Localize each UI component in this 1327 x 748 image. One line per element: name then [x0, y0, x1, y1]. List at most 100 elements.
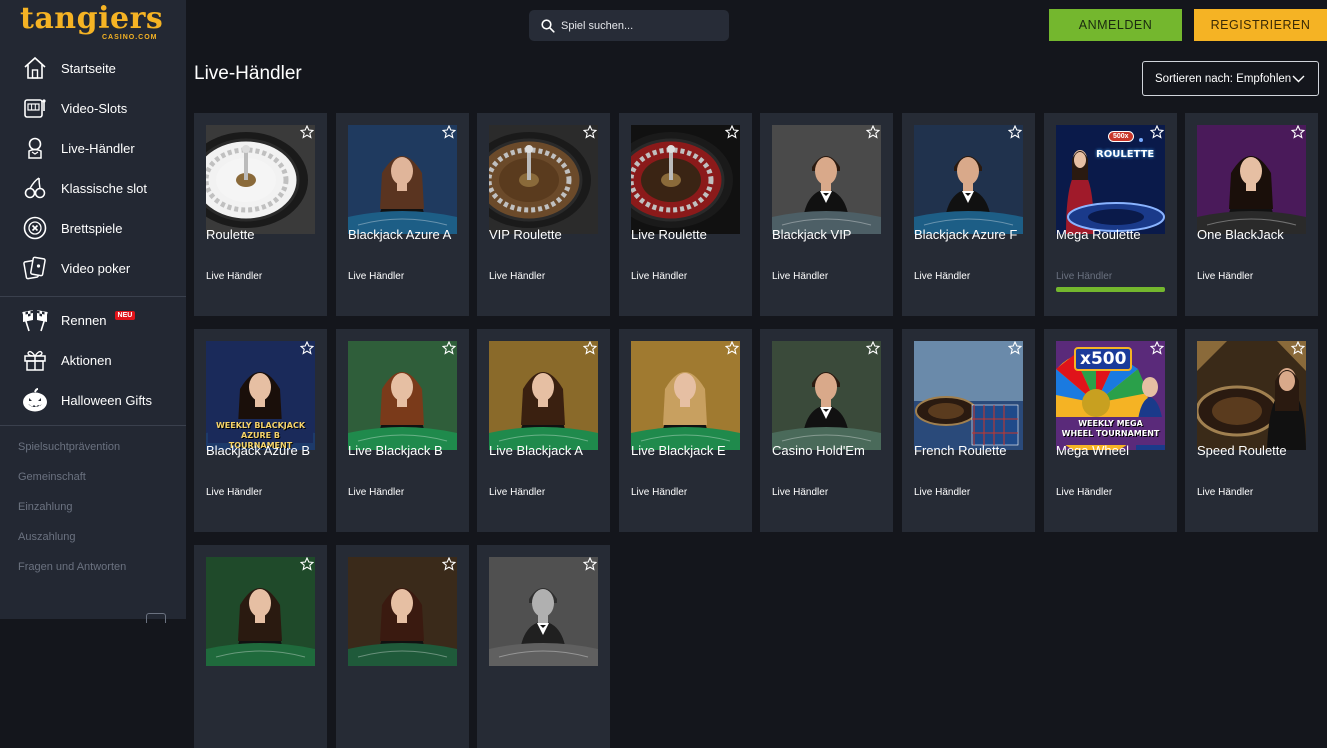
game-title: Mega Roulette: [1056, 227, 1141, 242]
favorite-star-icon[interactable]: [1291, 125, 1305, 139]
sidebar-item-label: Aktionen: [61, 352, 112, 368]
favorite-star-icon[interactable]: [300, 341, 314, 355]
sidebar-divider: [0, 296, 186, 297]
favorite-star-icon[interactable]: [1150, 341, 1164, 355]
sidebar-item-aktionen[interactable]: Aktionen: [0, 340, 186, 380]
game-category: Live Händler: [489, 487, 546, 498]
sidebar-item-live-händler[interactable]: Live-Händler: [0, 128, 186, 168]
favorite-star-icon[interactable]: [1008, 125, 1022, 139]
cards-icon: [20, 253, 50, 283]
game-card[interactable]: [336, 545, 469, 748]
search-input[interactable]: [561, 19, 721, 32]
sidebar-item-video-poker[interactable]: Video poker: [0, 248, 186, 288]
game-card[interactable]: Live Blackjack A Live Händler: [477, 329, 610, 532]
game-card[interactable]: VIP Roulette Live Händler: [477, 113, 610, 316]
loading-progress-bar: [1056, 287, 1165, 292]
game-card[interactable]: One BlackJack Live Händler: [1185, 113, 1318, 316]
game-card[interactable]: x500 WEEKLY MEGA WHEEL TOURNAMENT Mega W…: [1044, 329, 1177, 532]
favorite-star-icon[interactable]: [583, 341, 597, 355]
game-card[interactable]: 500x ROULETTE Mega Roulette Live Händler: [1044, 113, 1177, 316]
game-card[interactable]: Blackjack VIP Live Händler: [760, 113, 893, 316]
favorite-star-icon[interactable]: [725, 341, 739, 355]
favorite-star-icon[interactable]: [442, 125, 456, 139]
favorite-star-icon[interactable]: [1008, 341, 1022, 355]
game-title: Live Blackjack A: [489, 443, 583, 458]
game-thumbnail: [772, 125, 881, 234]
game-thumbnail: [489, 125, 598, 234]
register-button[interactable]: REGISTRIEREN: [1194, 9, 1327, 41]
favorite-star-icon[interactable]: [866, 125, 880, 139]
footer-link[interactable]: Auszahlung: [18, 531, 76, 543]
game-card[interactable]: Blackjack Azure A Live Händler: [336, 113, 469, 316]
game-thumbnail: [348, 557, 457, 666]
game-category: Live Händler: [348, 271, 405, 282]
tournament-text-line: WHEEL TOURNAMENT: [1061, 429, 1160, 438]
new-badge: NEU: [114, 310, 136, 320]
favorite-star-icon[interactable]: [1291, 341, 1305, 355]
game-category: Live Händler: [1197, 271, 1254, 282]
sidebar-item-halloween-gifts[interactable]: Halloween Gifts: [0, 380, 186, 420]
tournament-text: WEEKLY MEGA WHEEL TOURNAMENT: [1058, 419, 1163, 439]
game-thumbnail: [489, 557, 598, 666]
game-thumbnail: [772, 341, 881, 450]
favorite-star-icon[interactable]: [583, 125, 597, 139]
game-card[interactable]: [194, 545, 327, 748]
chevron-down-icon: [1292, 75, 1305, 83]
cherries-icon: [20, 173, 50, 203]
mega-roulette-logo-text: ROULETTE: [1096, 149, 1155, 160]
game-title: Mega Wheel: [1056, 443, 1129, 458]
sidebar-item-label: Rennen: [61, 312, 107, 328]
favorite-star-icon[interactable]: [1150, 125, 1164, 139]
page-title: Live-Händler: [194, 63, 302, 84]
favorite-star-icon[interactable]: [442, 341, 456, 355]
game-thumbnail: [348, 125, 457, 234]
game-card[interactable]: Speed Roulette Live Händler: [1185, 329, 1318, 532]
favorite-star-icon[interactable]: [866, 341, 880, 355]
game-card[interactable]: Roulette Live Händler: [194, 113, 327, 316]
game-category: Live Händler: [1056, 271, 1113, 282]
sidebar-item-label: Video poker: [61, 260, 131, 276]
sidebar-item-video-slots[interactable]: Video-Slots: [0, 88, 186, 128]
game-title: Live Blackjack E: [631, 443, 726, 458]
game-thumbnail: [1197, 341, 1306, 450]
search-box[interactable]: [529, 10, 729, 41]
favorite-star-icon[interactable]: [300, 125, 314, 139]
sidebar-item-label: Halloween Gifts: [61, 392, 153, 408]
game-card[interactable]: Live Blackjack B Live Händler: [336, 329, 469, 532]
sidebar-item-klassische-slot[interactable]: Klassische slot: [0, 168, 186, 208]
sidebar-item-rennen[interactable]: Rennen NEU: [0, 300, 186, 340]
game-card[interactable]: Live Roulette Live Händler: [619, 113, 752, 316]
favorite-star-icon[interactable]: [583, 557, 597, 571]
footer-link[interactable]: Gemeinschaft: [18, 471, 86, 483]
game-thumbnail: [489, 341, 598, 450]
sidebar-item-startseite[interactable]: Startseite: [0, 48, 186, 88]
favorite-star-icon[interactable]: [300, 557, 314, 571]
favorite-star-icon[interactable]: [442, 557, 456, 571]
game-card[interactable]: Casino Hold'Em Live Händler: [760, 329, 893, 532]
tangiers-logo[interactable]: tangiers CASINO.COM: [20, 2, 170, 44]
sort-dropdown[interactable]: Sortieren nach: Empfohlen: [1142, 61, 1319, 96]
sidebar: tangiers CASINO.COM Startseite Video-Slot…: [0, 0, 186, 623]
footer-link[interactable]: Fragen und Antworten: [18, 561, 126, 573]
game-thumbnail: [206, 557, 315, 666]
game-card[interactable]: Live Blackjack E Live Händler: [619, 329, 752, 532]
game-title: Roulette: [206, 227, 255, 242]
game-card[interactable]: WEEKLY BLACKJACK AZURE B TOURNAMENT Blac…: [194, 329, 327, 532]
login-button[interactable]: ANMELDEN: [1049, 9, 1182, 41]
sidebar-item-brettspiele[interactable]: Brettspiele: [0, 208, 186, 248]
game-card[interactable]: Blackjack Azure F Live Händler: [902, 113, 1035, 316]
sidebar-item-label: Video-Slots: [61, 100, 128, 116]
game-category: Live Händler: [489, 271, 546, 282]
game-card[interactable]: French Roulette Live Händler: [902, 329, 1035, 532]
game-card[interactable]: [477, 545, 610, 748]
game-thumbnail: [631, 125, 740, 234]
sidebar-item-label: Live-Händler: [61, 140, 135, 156]
collapse-sidebar-button[interactable]: [146, 613, 166, 623]
sidebar-item-label: Brettspiele: [61, 220, 123, 236]
favorite-star-icon[interactable]: [725, 125, 739, 139]
footer-link[interactable]: Spielsuchtprävention: [18, 441, 120, 453]
game-thumbnail: [1197, 125, 1306, 234]
game-category: Live Händler: [206, 271, 263, 282]
sidebar-item-label: Klassische slot: [61, 180, 147, 196]
footer-link[interactable]: Einzahlung: [18, 501, 72, 513]
